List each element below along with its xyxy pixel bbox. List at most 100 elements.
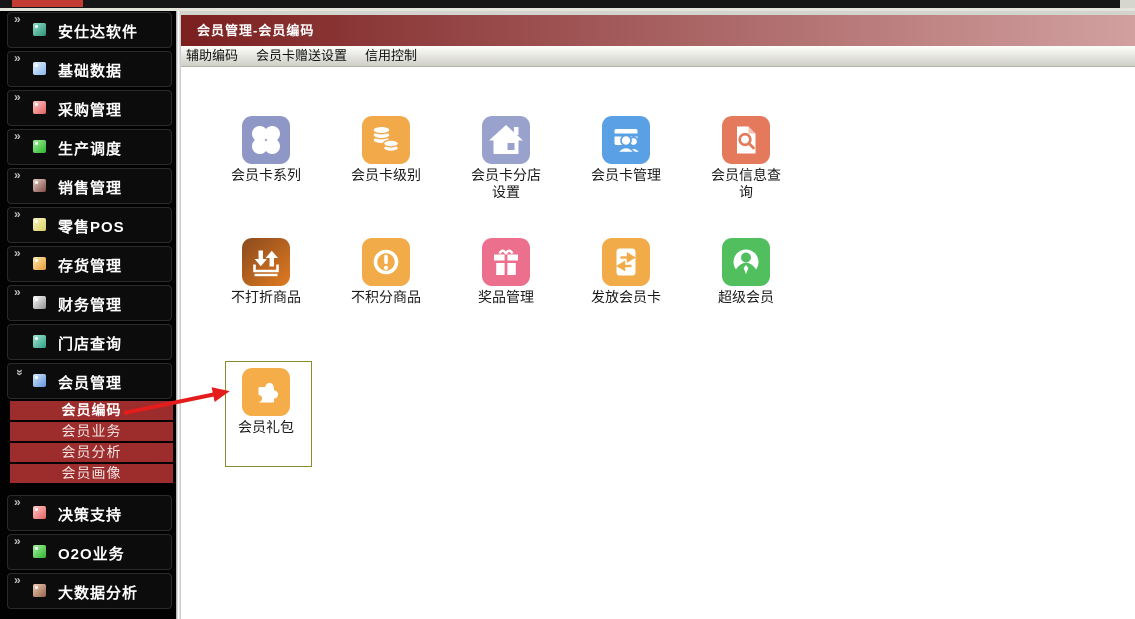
chevron-right-icon: » [14, 534, 21, 548]
sidebar-item-retail-pos[interactable]: » 零售POS [7, 207, 172, 243]
sidebar-item-label: 零售POS [58, 219, 125, 236]
tile-person[interactable]: 超级会员 [706, 238, 786, 306]
sidebar-item-label: 大数据分析 [58, 585, 139, 602]
finance-icon [33, 296, 46, 309]
chevron-down-icon: » [12, 369, 27, 375]
page-title: 会员管理-会员编码 [181, 15, 1135, 46]
tile-label: 会员卡分店 设置 [471, 167, 541, 200]
sidebar-item-decision[interactable]: » 决策支持 [7, 495, 172, 531]
sidebar-item-label: 生产调度 [58, 141, 123, 158]
tile-coins[interactable]: 会员卡级别 [346, 116, 426, 184]
store-query-icon [33, 335, 46, 348]
tile-clover[interactable]: 会员卡系列 [226, 116, 306, 184]
clover-icon [242, 116, 290, 164]
menu-bar: 辅助编码 会员卡赠送设置 信用控制 [181, 46, 1135, 67]
menu-item-3[interactable]: 信用控制 [363, 46, 419, 66]
sidebar-item-software[interactable]: » 安仕达软件 [7, 12, 172, 48]
tile-transfer[interactable]: 发放会员卡 [586, 238, 666, 306]
chevron-right-icon: » [14, 573, 21, 587]
top-tab-bar [0, 0, 1135, 8]
tile-doc-search[interactable]: 会员信息查 询 [706, 116, 786, 201]
tile-exclaim[interactable]: 不积分商品 [346, 238, 426, 306]
tile-home[interactable]: 会员卡分店 设置 [466, 116, 546, 201]
tile-label: 发放会员卡 [591, 289, 661, 305]
production-icon [33, 140, 46, 153]
sidebar-item-label: 销售管理 [58, 180, 123, 197]
sidebar-item-label: 门店查询 [58, 336, 123, 353]
chevron-right-icon: » [14, 12, 21, 26]
base-data-icon [33, 62, 46, 75]
tile-puzzle[interactable]: 会员礼包 [226, 368, 306, 436]
tile-label: 不积分商品 [351, 289, 421, 305]
chevron-right-icon: » [14, 168, 21, 182]
menu-item-2[interactable]: 会员卡赠送设置 [254, 46, 349, 66]
tile-import[interactable]: 不打折商品 [226, 238, 306, 306]
decision-icon [33, 506, 46, 519]
sidebar-item-label: 财务管理 [58, 297, 123, 314]
sidebar-subitem-member-code[interactable]: 会员编码 [10, 401, 173, 420]
puzzle-icon [242, 368, 290, 416]
o2o-icon [33, 545, 46, 558]
sidebar-item-member-mgmt[interactable]: » 会员管理 [7, 363, 172, 399]
gift-icon [482, 238, 530, 286]
tile-label: 会员礼包 [238, 419, 294, 435]
sidebar-item-production[interactable]: » 生产调度 [7, 129, 172, 165]
person-icon [722, 238, 770, 286]
menu-item-1[interactable]: 辅助编码 [184, 46, 240, 66]
inventory-icon [33, 257, 46, 270]
tile-label: 超级会员 [718, 289, 774, 305]
tile-label: 奖品管理 [478, 289, 534, 305]
tile-gift[interactable]: 奖品管理 [466, 238, 546, 306]
sidebar-item-finance[interactable]: » 财务管理 [7, 285, 172, 321]
sales-icon [33, 179, 46, 192]
content-area: 会员卡系列 会员卡级别 会员卡分店 设置 会员卡管理 会员信息查 询不打折商品 不积分商品… [181, 67, 1135, 619]
doc-search-icon [722, 116, 770, 164]
chevron-right-icon: » [14, 207, 21, 221]
coins-icon [362, 116, 410, 164]
tile-label: 会员卡管理 [591, 167, 661, 183]
top-bar-right-cap [1120, 0, 1135, 8]
sidebar-item-inventory[interactable]: » 存货管理 [7, 246, 172, 282]
sidebar-item-label: 安仕达软件 [58, 24, 139, 41]
sidebar-item-o2o[interactable]: » O2O业务 [7, 534, 172, 570]
chevron-right-icon: » [14, 90, 21, 104]
tile-card-people[interactable]: 会员卡管理 [586, 116, 666, 184]
sidebar-item-label: 存货管理 [58, 258, 123, 275]
home-icon [482, 116, 530, 164]
chevron-right-icon: » [14, 246, 21, 260]
card-people-icon [602, 116, 650, 164]
sidebar-item-label: 决策支持 [58, 507, 123, 524]
sidebar-item-store-query[interactable]: 门店查询 [7, 324, 172, 360]
software-icon [33, 23, 46, 36]
main-panel: 会员管理-会员编码 辅助编码 会员卡赠送设置 信用控制 会员卡系列 会员卡级别 会员卡分… [181, 11, 1135, 619]
transfer-icon [602, 238, 650, 286]
member-mgmt-icon [33, 374, 46, 387]
tile-label: 会员卡级别 [351, 167, 421, 183]
retail-pos-icon [33, 218, 46, 231]
active-tab[interactable] [12, 0, 83, 7]
chevron-right-icon: » [14, 495, 21, 509]
sidebar-item-base-data[interactable]: » 基础数据 [7, 51, 172, 87]
app-window: » 安仕达软件 » 基础数据 » 采购管理 » 生产调度 » 销售管理 » 零售POS » 存货管理 » 财务… [0, 0, 1135, 619]
sidebar-item-label: 会员管理 [58, 375, 123, 392]
sidebar-subitem-member-business[interactable]: 会员业务 [10, 422, 173, 441]
tile-label: 不打折商品 [231, 289, 301, 305]
tile-label: 会员信息查 询 [711, 167, 781, 200]
purchase-icon [33, 101, 46, 114]
chevron-right-icon: » [14, 285, 21, 299]
tile-label: 会员卡系列 [231, 167, 301, 183]
sidebar: » 安仕达软件 » 基础数据 » 采购管理 » 生产调度 » 销售管理 » 零售POS » 存货管理 » 财务… [0, 11, 176, 619]
sidebar-subitem-member-portrait[interactable]: 会员画像 [10, 464, 173, 483]
chevron-right-icon: » [14, 129, 21, 143]
sidebar-item-label: 采购管理 [58, 102, 123, 119]
sidebar-item-sales[interactable]: » 销售管理 [7, 168, 172, 204]
sidebar-subitem-member-analysis[interactable]: 会员分析 [10, 443, 173, 462]
sidebar-item-bigdata[interactable]: » 大数据分析 [7, 573, 172, 609]
sidebar-item-label: 基础数据 [58, 63, 123, 80]
sidebar-item-purchase[interactable]: » 采购管理 [7, 90, 172, 126]
sidebar-item-label: O2O业务 [58, 546, 125, 563]
chevron-right-icon: » [14, 51, 21, 65]
bigdata-icon [33, 584, 46, 597]
exclaim-icon [362, 238, 410, 286]
import-icon [242, 238, 290, 286]
